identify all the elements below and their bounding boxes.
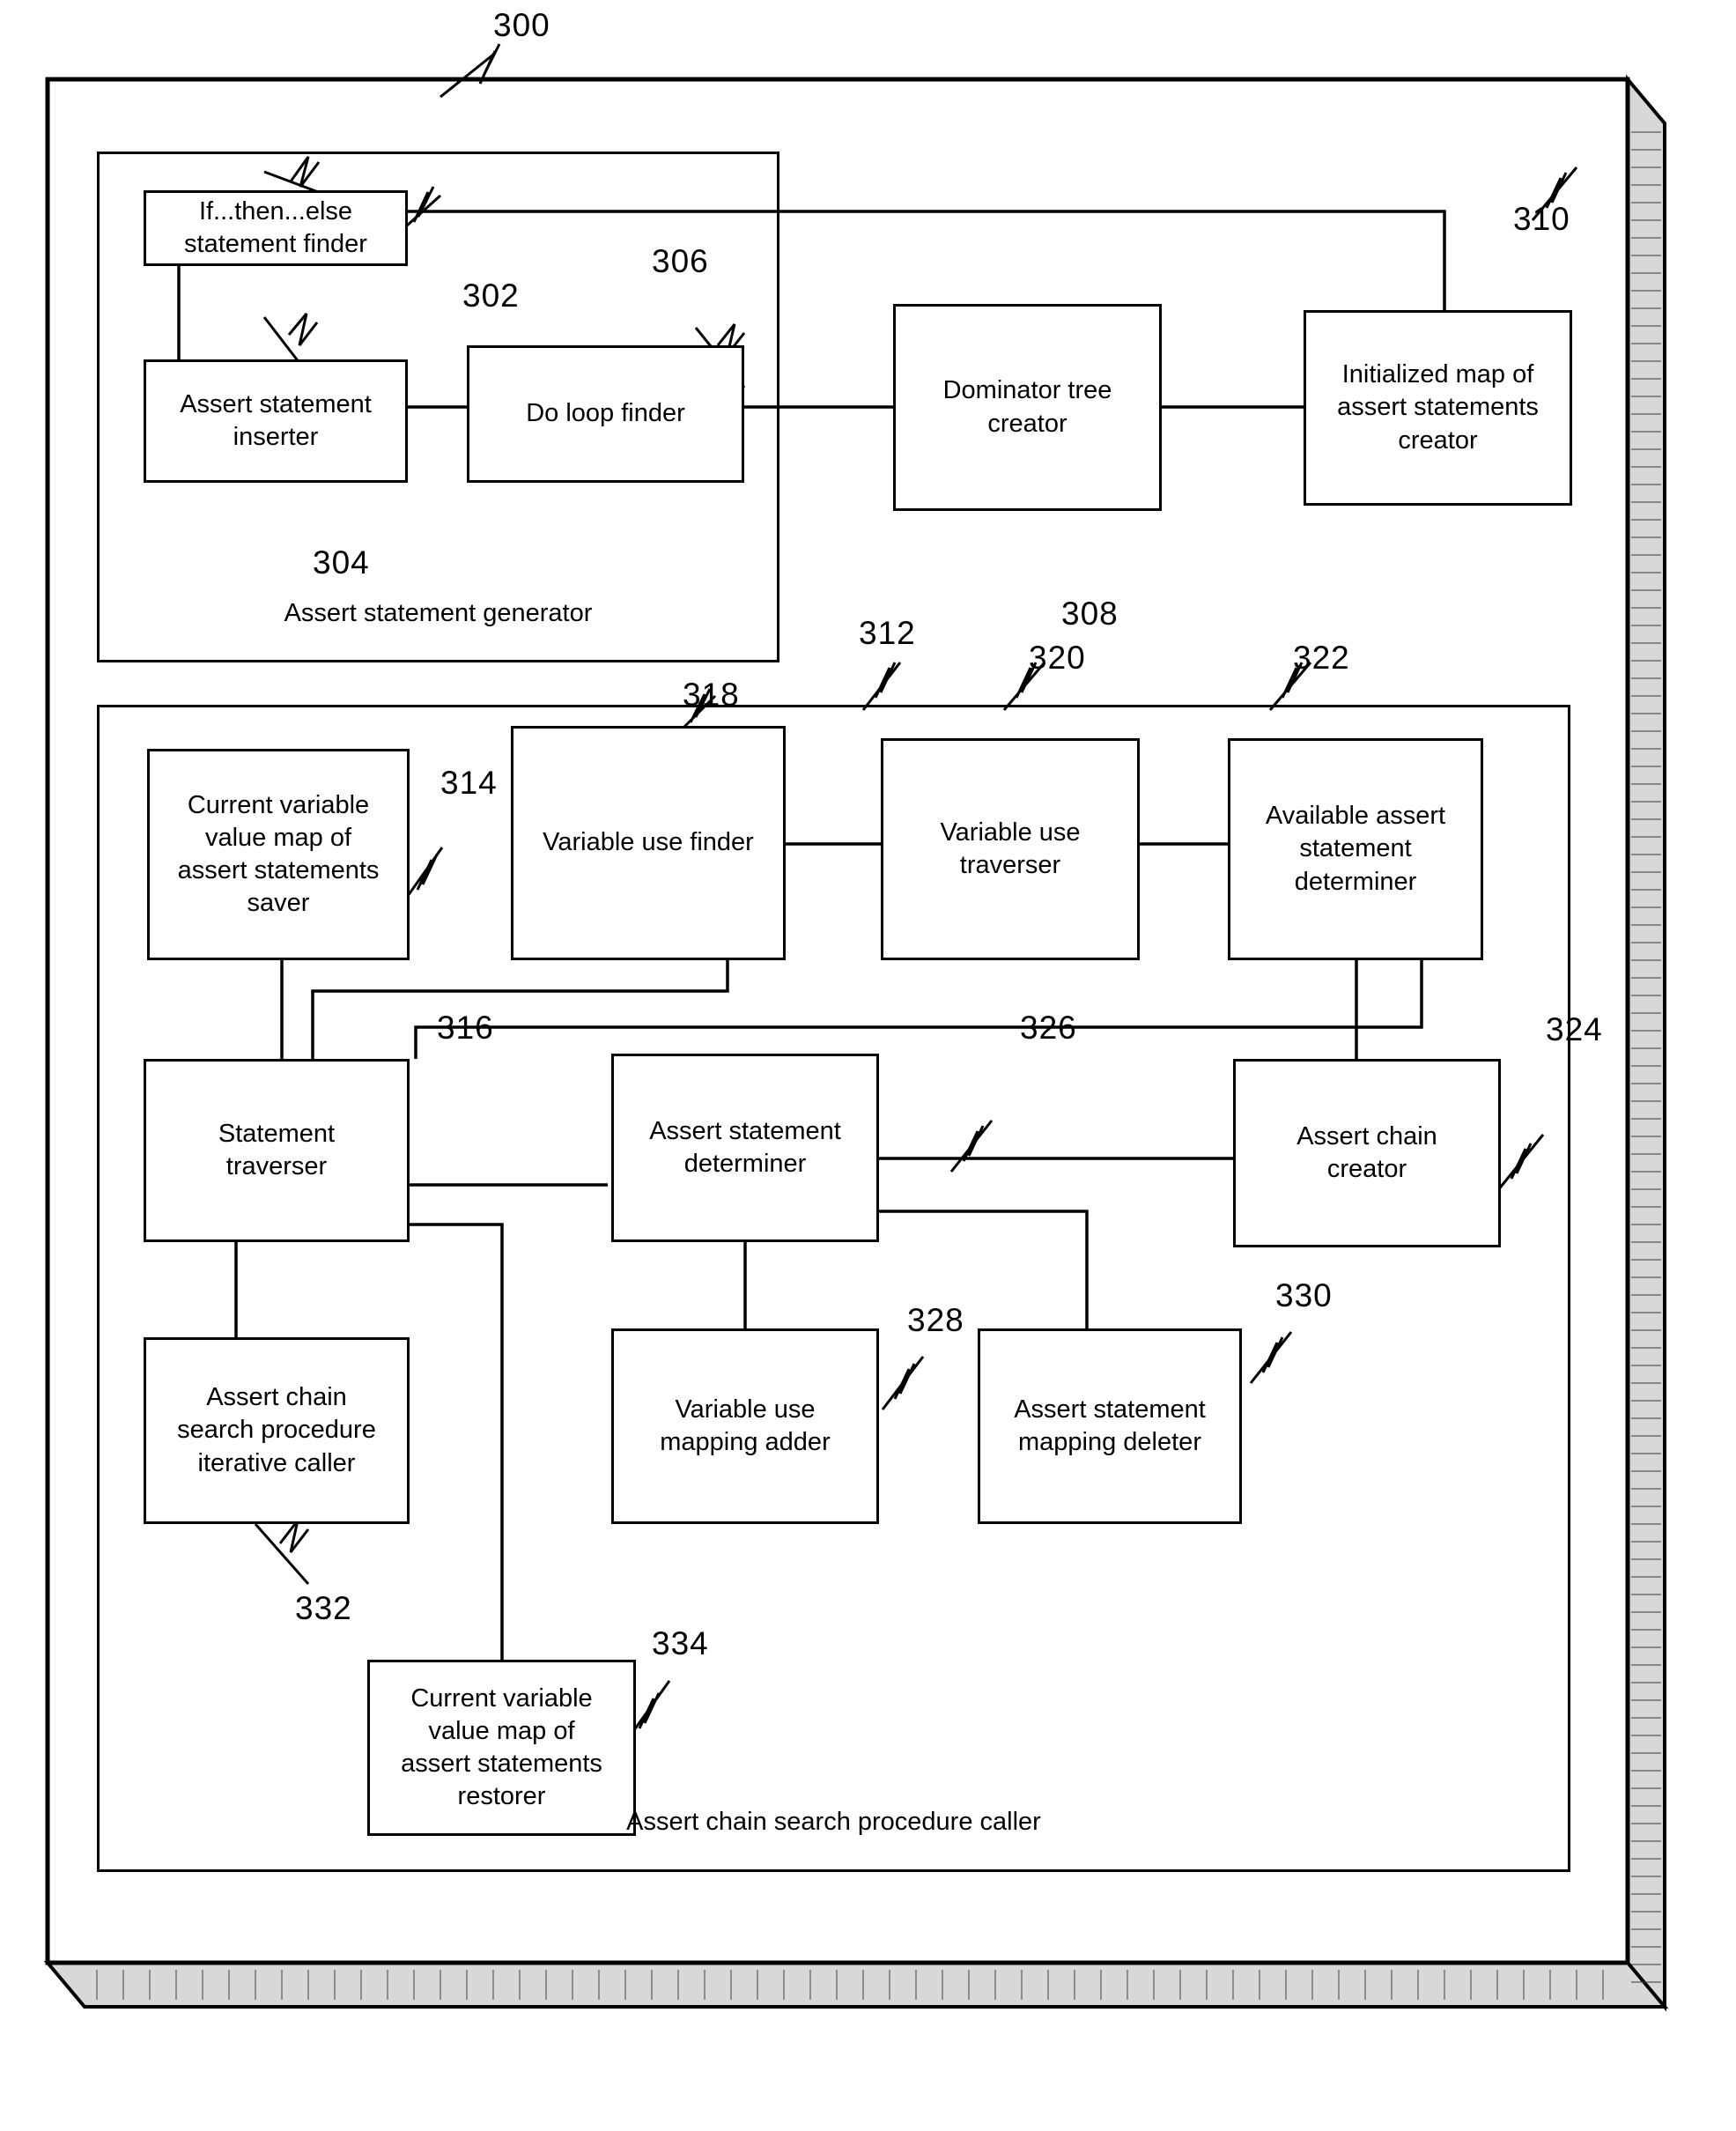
node-available-assert-statement-determiner[interactable]: Available assert statement determiner bbox=[1228, 738, 1483, 960]
node-label-assert-chain-search-procedure-iterative-caller: Assert chain search procedure iterative ca… bbox=[177, 1383, 376, 1477]
node-label-initialized-map-of-assert-statements-creator: Initialized map of assert statements creat… bbox=[1337, 360, 1539, 455]
node-label-cvvm-restorer: Current variable value map of assert state… bbox=[401, 1683, 602, 1811]
patent-figure-page: Assert statement generator Assert chain … bbox=[0, 0, 1736, 2131]
node-assert-chain-search-procedure-iterative-caller[interactable]: Assert chain search procedure iterative ca… bbox=[144, 1337, 410, 1524]
group-label-assert-statement-generator: Assert statement generator bbox=[284, 599, 593, 627]
node-label-assert-chain-creator: Assert chain creator bbox=[1296, 1121, 1437, 1183]
reference-numeral-310: 310 bbox=[1513, 201, 1570, 237]
node-label-assert-statement-determiner: Assert statement determiner bbox=[649, 1116, 841, 1178]
group-label-assert-chain-search-procedure-caller: Assert chain search procedure caller bbox=[626, 1808, 1041, 1836]
node-do-loop-finder[interactable]: Do loop finder bbox=[467, 345, 744, 483]
node-variable-use-finder[interactable]: Variable use finder bbox=[511, 726, 786, 960]
node-label-assert-statement-mapping-deleter: Assert statement mapping deleter bbox=[1014, 1395, 1206, 1456]
reference-numeral-334: 334 bbox=[652, 1625, 709, 1661]
reference-numeral-318: 318 bbox=[683, 677, 740, 713]
reference-numeral-328: 328 bbox=[907, 1302, 964, 1338]
reference-numeral-322: 322 bbox=[1293, 640, 1350, 676]
reference-numeral-316: 316 bbox=[437, 1010, 494, 1046]
node-label-cvvm-saver: Current variable value map of assert state… bbox=[177, 790, 380, 918]
node-initialized-map-of-assert-statements-creator[interactable]: Initialized map of assert statements creat… bbox=[1304, 310, 1572, 506]
node-assert-statement-mapping-deleter[interactable]: Assert statement mapping deleter bbox=[978, 1328, 1242, 1524]
reference-numeral-306: 306 bbox=[652, 243, 709, 279]
reference-numeral-302: 302 bbox=[462, 277, 520, 314]
node-assert-statement-inserter[interactable]: Assert statement inserter bbox=[144, 359, 408, 483]
node-if-then-else-statement-finder[interactable]: If...then...else statement finder bbox=[144, 190, 408, 266]
node-label-assert-statement-inserter: Assert statement inserter bbox=[180, 389, 372, 451]
reference-numeral-304: 304 bbox=[313, 544, 370, 581]
reference-numeral-330: 330 bbox=[1275, 1277, 1333, 1313]
reference-numeral-320: 320 bbox=[1029, 640, 1086, 676]
node-dominator-tree-creator[interactable]: Dominator tree creator bbox=[893, 304, 1162, 511]
reference-numeral-300: 300 bbox=[493, 7, 550, 43]
reference-numeral-326: 326 bbox=[1020, 1010, 1077, 1046]
node-assert-statement-determiner[interactable]: Assert statement determiner bbox=[611, 1054, 879, 1242]
node-variable-use-mapping-adder[interactable]: Variable use mapping adder bbox=[611, 1328, 879, 1524]
reference-numeral-314: 314 bbox=[440, 765, 498, 801]
reference-numeral-312: 312 bbox=[859, 615, 916, 651]
reference-numeral-332: 332 bbox=[295, 1590, 352, 1626]
node-label-variable-use-mapping-adder: Variable use mapping adder bbox=[660, 1395, 831, 1456]
node-label-variable-use-finder: Variable use finder bbox=[543, 828, 754, 857]
node-label-do-loop-finder: Do loop finder bbox=[526, 399, 685, 428]
node-statement-traverser[interactable]: Statement traverser bbox=[144, 1059, 410, 1242]
node-variable-use-traverser[interactable]: Variable use traverser bbox=[881, 738, 1140, 960]
node-label-variable-use-traverser: Variable use traverser bbox=[940, 818, 1081, 879]
node-assert-chain-creator[interactable]: Assert chain creator bbox=[1233, 1059, 1501, 1247]
node-label-statement-traverser: Statement traverser bbox=[218, 1119, 336, 1180]
reference-numeral-308: 308 bbox=[1061, 596, 1119, 632]
node-label-available-assert-statement-determiner: Available assert statement determiner bbox=[1265, 802, 1446, 896]
reference-numeral-324: 324 bbox=[1546, 1011, 1603, 1047]
node-current-variable-value-map-of-assert-statements-saver[interactable]: Current variable value map of assert state… bbox=[147, 749, 410, 960]
node-label-dominator-tree-creator: Dominator tree creator bbox=[942, 376, 1112, 438]
node-label-if-then-else-statement-finder: If...then...else statement finder bbox=[184, 196, 367, 258]
